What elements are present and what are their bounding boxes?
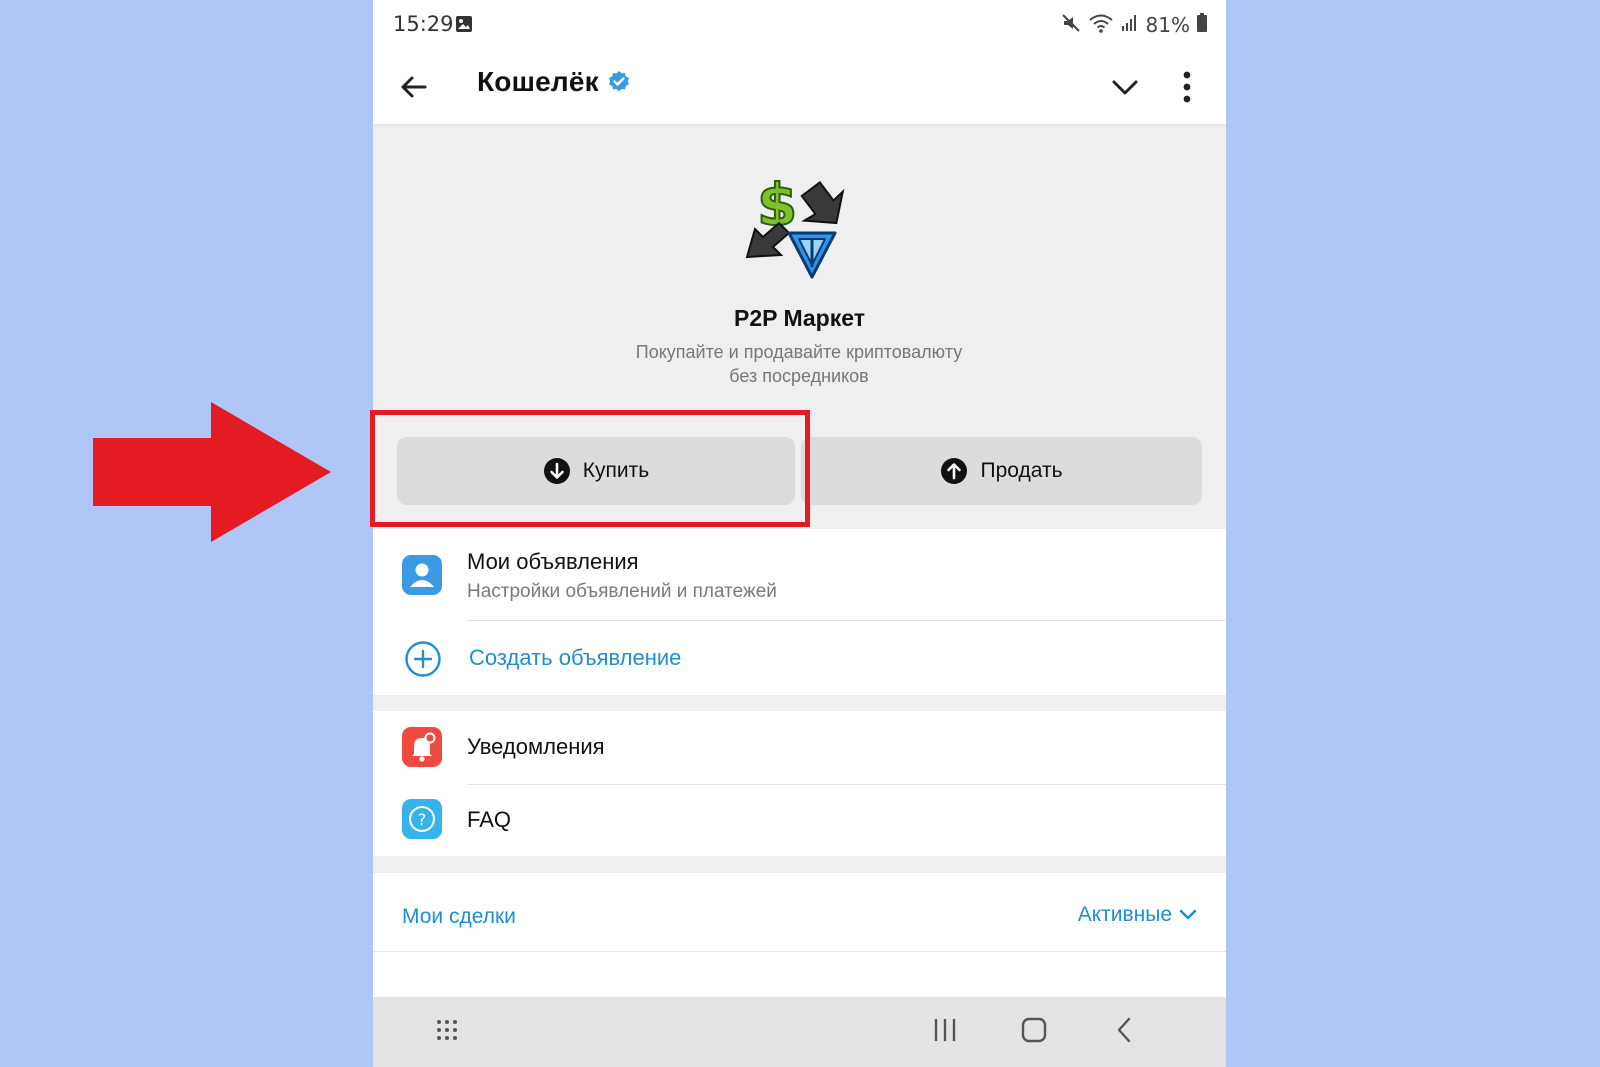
p2p-market-logo-icon: $	[743, 167, 855, 285]
faq-label: FAQ	[467, 807, 512, 832]
home-icon	[1021, 1017, 1047, 1043]
collapse-chevron-button[interactable]	[1108, 70, 1142, 104]
recent-apps-icon	[934, 1019, 956, 1041]
verified-badge-icon	[607, 70, 631, 94]
app-header: Кошелёк	[373, 50, 1226, 127]
system-nav-bar	[373, 997, 1226, 1067]
red-arrow-icon	[93, 402, 331, 542]
more-vert-icon	[1183, 71, 1191, 103]
chevron-left-icon	[1117, 1017, 1131, 1043]
more-menu-button[interactable]	[1179, 68, 1195, 106]
back-arrow-icon	[401, 76, 427, 98]
create-ad-label: Создать объявление	[469, 645, 682, 670]
arrow-up-circle-icon	[941, 458, 968, 484]
faq-row[interactable]: ? FAQ	[373, 785, 1226, 856]
deals-filter-label: Активные	[1077, 903, 1172, 926]
deals-card: Мои сделки Активные	[373, 873, 1226, 997]
my-ads-row[interactable]: Мои объявления Настройки объявлений и пл…	[373, 529, 1226, 619]
battery-percent: 81%	[1145, 13, 1190, 37]
svg-text:?: ?	[418, 810, 427, 829]
question-mark-icon: ?	[402, 799, 442, 839]
signal-icon	[1120, 13, 1140, 38]
wifi-icon	[1088, 12, 1114, 39]
section-gap	[373, 856, 1226, 873]
system-back-button[interactable]	[1114, 1015, 1134, 1050]
mute-icon	[1060, 12, 1082, 39]
divider	[373, 951, 1226, 952]
sell-button[interactable]: Продать	[801, 437, 1202, 505]
battery-icon	[1196, 12, 1208, 38]
ads-card: Мои объявления Настройки объявлений и пл…	[373, 529, 1226, 695]
chevron-down-icon	[1112, 80, 1138, 95]
chevron-down-icon	[1179, 909, 1197, 920]
notifications-label: Уведомления	[467, 734, 605, 759]
status-icons: 81%	[1060, 12, 1208, 38]
back-button[interactable]	[397, 70, 431, 104]
hero-subtitle: Покупайте и продавайте криптовалюту без …	[599, 340, 999, 388]
my-deals-title: Мои сделки	[402, 905, 516, 928]
deals-filter-dropdown[interactable]: Активные	[1078, 903, 1198, 927]
sell-button-label: Продать	[980, 459, 1063, 482]
hero-title: P2P Маркет	[734, 305, 865, 331]
page-title: Кошелёк	[477, 66, 599, 97]
status-bar: 15:29 81%	[373, 0, 1226, 50]
hero-subtitle-line-1: Покупайте и продавайте криптовалюту	[635, 342, 963, 362]
gallery-icon	[455, 15, 473, 33]
status-time: 15:29	[393, 12, 454, 36]
apps-grid-icon	[437, 1020, 457, 1040]
home-button[interactable]	[1020, 1015, 1048, 1050]
my-ads-title: Мои объявления	[467, 549, 639, 574]
hero-subtitle-line-2: без посредников	[729, 366, 869, 386]
user-profile-icon	[402, 555, 442, 595]
recent-apps-button[interactable]	[932, 1015, 958, 1050]
highlight-box	[370, 410, 810, 527]
my-ads-subtitle: Настройки объявлений и платежей	[467, 581, 777, 602]
title-group: Кошелёк	[477, 66, 631, 98]
settings-card: Уведомления ? FAQ	[373, 711, 1226, 856]
plus-circle-icon	[404, 640, 442, 678]
app-drawer-button[interactable]	[435, 1015, 459, 1050]
section-gap	[373, 695, 1226, 711]
phone-screen: 15:29 81% Кошелёк $ P2P Маркет Покупайте…	[373, 0, 1226, 1067]
notifications-row[interactable]: Уведомления	[373, 711, 1226, 783]
bell-icon	[402, 727, 442, 767]
create-ad-row[interactable]: Создать объявление	[373, 621, 1226, 695]
